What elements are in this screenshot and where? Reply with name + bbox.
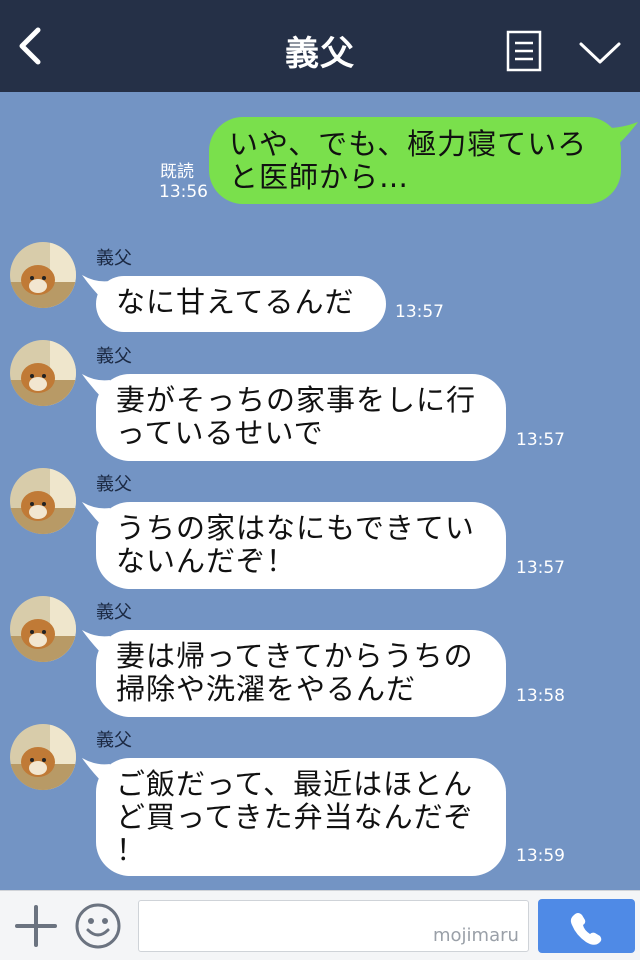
phone-icon	[570, 913, 602, 945]
message-time: 13:57	[516, 558, 565, 578]
chevron-down-icon	[579, 42, 621, 64]
add-attachment-button[interactable]	[14, 904, 58, 948]
sender-name: 義父	[96, 474, 132, 495]
message-line: ！	[116, 833, 147, 867]
message-time: 13:57	[516, 430, 565, 450]
sender-name: 義父	[96, 346, 132, 367]
incoming-message-bubble[interactable]: 妻は帰ってきてからうちの 掃除や洗濯をやるんだ	[96, 630, 506, 717]
menu-button[interactable]	[506, 30, 542, 72]
chat-title: 義父	[285, 34, 355, 74]
sender-name: 義父	[96, 602, 132, 623]
sender-name: 義父	[96, 248, 132, 269]
message-line: ご飯だって、最近はほとん	[116, 767, 474, 801]
sender-avatar[interactable]	[10, 340, 76, 406]
message-line: なに甘えてるんだ	[116, 285, 355, 319]
read-receipt: 既読	[160, 162, 194, 182]
emoji-button[interactable]	[74, 902, 122, 950]
menu-list-icon	[506, 30, 542, 72]
chat-area[interactable]: 既読 13:56 いや、でも、極力寝ていろ と医師から… 義父 なに甘えてるんだ…	[0, 92, 640, 890]
message-line: っているせいで	[116, 416, 324, 450]
sender-avatar[interactable]	[10, 468, 76, 534]
message-line: うちの家はなにもできてい	[116, 511, 475, 545]
message-line: 妻がそっちの家事をしに行	[116, 383, 477, 417]
sender-avatar[interactable]	[10, 724, 76, 790]
call-button[interactable]	[538, 899, 635, 953]
incoming-message-bubble[interactable]: うちの家はなにもできてい ないんだぞ！	[96, 502, 506, 589]
message-line: ど買ってきた弁当なんだぞ	[116, 800, 474, 834]
incoming-message-bubble[interactable]: なに甘えてるんだ	[96, 276, 386, 332]
plus-icon	[15, 905, 57, 947]
smiley-icon	[75, 903, 121, 949]
message-line: いや、でも、極力寝ていろ	[229, 127, 588, 161]
message-time: 13:59	[516, 846, 565, 866]
message-time: 13:57	[395, 302, 444, 322]
input-bar: mojimaru	[0, 890, 640, 960]
message-line: 掃除や洗濯をやるんだ	[116, 672, 417, 706]
message-time: 13:56	[159, 182, 208, 202]
message-input[interactable]	[138, 900, 529, 952]
incoming-message-bubble[interactable]: ご飯だって、最近はほとん ど買ってきた弁当なんだぞ ！	[96, 758, 506, 876]
incoming-message-bubble[interactable]: 妻がそっちの家事をしに行 っているせいで	[96, 374, 506, 461]
outgoing-message-bubble[interactable]: いや、でも、極力寝ていろ と医師から…	[209, 117, 621, 204]
sender-name: 義父	[96, 730, 132, 751]
sender-avatar[interactable]	[10, 242, 76, 308]
message-line: と医師から…	[229, 160, 410, 194]
collapse-button[interactable]	[578, 38, 622, 68]
message-line: 妻は帰ってきてからうちの	[116, 639, 474, 673]
message-time: 13:58	[516, 686, 565, 706]
chat-header: 義父	[0, 0, 640, 92]
sender-avatar[interactable]	[10, 596, 76, 662]
message-line: ないんだぞ！	[116, 544, 297, 578]
